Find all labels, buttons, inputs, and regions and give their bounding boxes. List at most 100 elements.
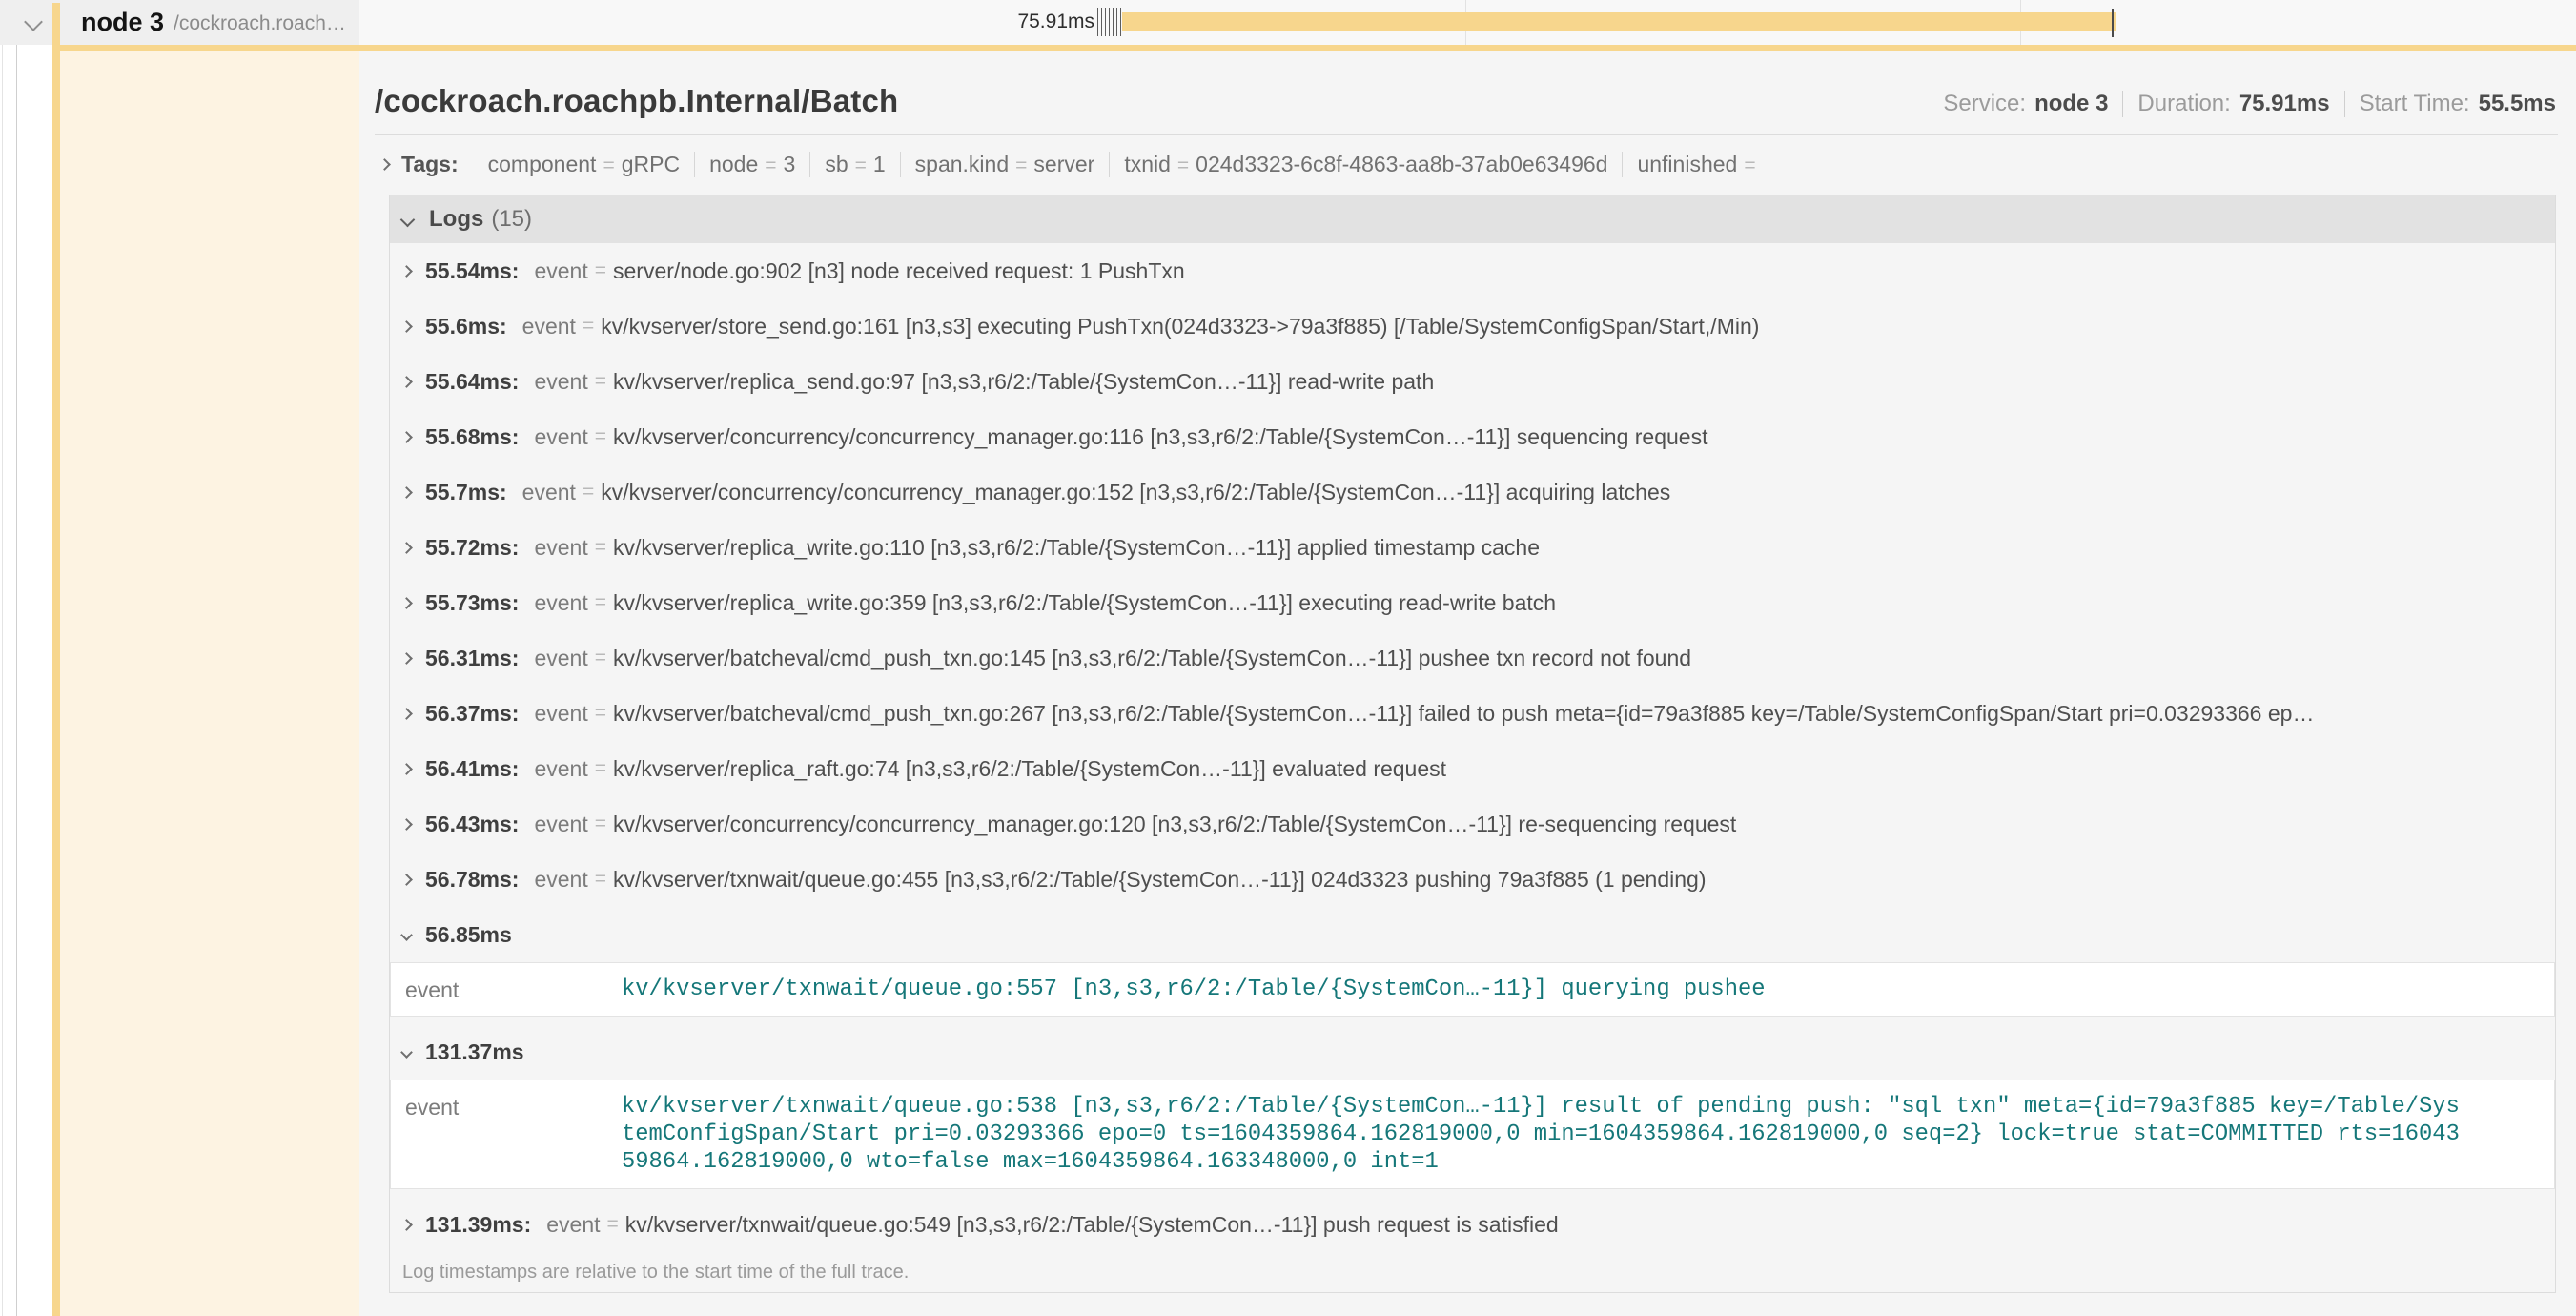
log-value: kv/kvserver/concurrency/concurrency_mana… xyxy=(613,424,1707,450)
log-row[interactable]: 56.78ms: event = kv/kvserver/txnwait/que… xyxy=(390,852,2555,907)
span-end-log-marker xyxy=(2112,9,2114,37)
tag-value: 024d3323-6c8f-4863-aa8b-37ab0e63496d xyxy=(1196,152,1607,177)
span-meta: Service: node 3 Duration: 75.91ms Start … xyxy=(1929,91,2556,119)
tags-toggle-row[interactable]: Tags: component = gRPC node = 3 sb = 1 s… xyxy=(375,141,2558,187)
log-value: kv/kvserver/replica_write.go:110 [n3,s3,… xyxy=(613,535,1540,561)
logs-accordion-header[interactable]: Logs (15) xyxy=(390,195,2555,243)
log-field-name: event xyxy=(522,480,576,505)
log-value: kv/kvserver/batcheval/cmd_push_txn.go:26… xyxy=(613,701,2314,727)
tag-key: sb xyxy=(825,152,848,177)
chevron-down-icon xyxy=(400,212,416,227)
equals-sign: = xyxy=(595,370,606,393)
equals-sign: = xyxy=(1744,154,1755,177)
log-row[interactable]: 55.6ms: event = kv/kvserver/store_send.g… xyxy=(390,298,2555,354)
log-row[interactable]: 131.39ms: event = kv/kvserver/txnwait/qu… xyxy=(390,1197,2555,1252)
log-field-name: event xyxy=(534,369,587,395)
log-marker xyxy=(1120,8,1121,36)
log-row[interactable]: 55.73ms: event = kv/kvserver/replica_wri… xyxy=(390,575,2555,630)
log-timestamp: 56.85ms xyxy=(425,922,512,948)
span-timeline-row[interactable]: node 3 /cockroach.roach… 75.91ms xyxy=(0,0,2576,45)
log-row[interactable]: 56.37ms: event = kv/kvserver/batcheval/c… xyxy=(390,686,2555,741)
log-row-expanded-header[interactable]: 56.85ms xyxy=(390,907,2555,962)
logs-count: (15) xyxy=(491,206,532,233)
meta-label: Start Time: xyxy=(2360,91,2470,117)
log-value: kv/kvserver/replica_send.go:97 [n3,s3,r6… xyxy=(613,369,1434,395)
log-value: server/node.go:902 [n3] node received re… xyxy=(613,258,1185,284)
log-timestamp: 55.6ms: xyxy=(425,314,507,339)
log-marker xyxy=(1105,8,1106,36)
span-detail-title: /cockroach.roachpb.Internal/Batch xyxy=(375,83,898,119)
log-timestamp: 56.41ms: xyxy=(425,756,519,782)
log-field-name: event xyxy=(534,535,587,561)
equals-sign: = xyxy=(855,154,867,177)
log-timestamp: 55.7ms: xyxy=(425,480,507,505)
equals-sign: = xyxy=(595,425,606,448)
log-timestamp: 55.54ms: xyxy=(425,258,519,284)
log-timestamp: 56.31ms: xyxy=(425,646,519,671)
chevron-right-icon xyxy=(400,597,413,609)
chevron-right-icon xyxy=(400,818,413,831)
tag-item: span.kind = server xyxy=(900,152,1110,177)
log-row[interactable]: 56.43ms: event = kv/kvserver/concurrency… xyxy=(390,796,2555,852)
tag-key: node xyxy=(709,152,758,177)
meta-value: 75.91ms xyxy=(2239,91,2330,117)
meta-label: Duration: xyxy=(2137,91,2230,117)
log-marker xyxy=(1113,8,1114,36)
chevron-right-icon xyxy=(400,763,413,775)
log-timestamp: 55.68ms: xyxy=(425,424,519,450)
log-row[interactable]: 55.72ms: event = kv/kvserver/replica_wri… xyxy=(390,520,2555,575)
span-bar[interactable] xyxy=(1122,12,2116,31)
log-field-name: event xyxy=(534,424,587,450)
equals-sign: = xyxy=(1177,154,1189,177)
chevron-down-icon[interactable] xyxy=(24,12,43,31)
equals-sign: = xyxy=(595,702,606,725)
log-row[interactable]: 55.64ms: event = kv/kvserver/replica_sen… xyxy=(390,354,2555,409)
log-value: kv/kvserver/replica_write.go:359 [n3,s3,… xyxy=(613,590,1556,616)
chevron-right-icon xyxy=(400,265,413,278)
equals-sign: = xyxy=(603,154,614,177)
log-field-name: event xyxy=(405,1093,622,1176)
chevron-right-icon xyxy=(400,874,413,886)
log-row[interactable]: 56.41ms: event = kv/kvserver/replica_raf… xyxy=(390,741,2555,796)
tag-key: unfinished xyxy=(1637,152,1737,177)
log-field-name: event xyxy=(534,258,587,284)
meta-label: Service: xyxy=(1943,91,2026,117)
meta-duration: Duration: 75.91ms xyxy=(2122,91,2343,117)
equals-sign: = xyxy=(765,154,776,177)
log-field-name: event xyxy=(405,976,622,1003)
tag-item: node = 3 xyxy=(694,152,809,177)
tag-value: gRPC xyxy=(622,152,680,177)
log-field-name: event xyxy=(534,867,587,893)
span-detail-panel: /cockroach.roachpb.Internal/Batch Servic… xyxy=(359,51,2576,1316)
span-duration-label: 75.91ms xyxy=(915,10,1094,33)
chevron-right-icon xyxy=(400,320,413,333)
log-marker xyxy=(1116,8,1117,36)
log-fields-table: event kv/kvserver/txnwait/queue.go:557 [… xyxy=(390,962,2555,1017)
tag-item: unfinished = xyxy=(1622,152,1776,177)
log-row[interactable]: 56.31ms: event = kv/kvserver/batcheval/c… xyxy=(390,630,2555,686)
log-field-name: event xyxy=(534,756,587,782)
trace-view: node 3 /cockroach.roach… 75.91ms /cockro… xyxy=(0,0,2576,1316)
equals-sign: = xyxy=(595,868,606,891)
log-row-expanded-header[interactable]: 131.37ms xyxy=(390,1024,2555,1080)
log-field-name: event xyxy=(534,812,587,837)
chevron-right-icon xyxy=(400,431,413,443)
detail-row-left-gutter xyxy=(60,51,359,1316)
log-value: kv/kvserver/txnwait/queue.go:455 [n3,s3,… xyxy=(613,867,1707,893)
chevron-right-icon xyxy=(400,486,413,499)
indent-guide-line xyxy=(2,0,3,1316)
tag-value: server xyxy=(1033,152,1094,177)
log-row[interactable]: 55.7ms: event = kv/kvserver/concurrency/… xyxy=(390,464,2555,520)
log-value: kv/kvserver/txnwait/queue.go:549 [n3,s3,… xyxy=(625,1212,1559,1238)
equals-sign: = xyxy=(583,481,594,504)
tag-value: 3 xyxy=(784,152,796,177)
log-row[interactable]: 55.54ms: event = server/node.go:902 [n3]… xyxy=(390,243,2555,298)
chevron-right-icon xyxy=(400,708,413,720)
span-color-accent-bar xyxy=(52,3,60,1316)
log-timestamp: 56.43ms: xyxy=(425,812,519,837)
log-timestamp: 55.73ms: xyxy=(425,590,519,616)
equals-sign: = xyxy=(1015,154,1027,177)
tag-key: span.kind xyxy=(915,152,1009,177)
meta-value: node 3 xyxy=(2034,91,2108,117)
log-row[interactable]: 55.68ms: event = kv/kvserver/concurrency… xyxy=(390,409,2555,464)
